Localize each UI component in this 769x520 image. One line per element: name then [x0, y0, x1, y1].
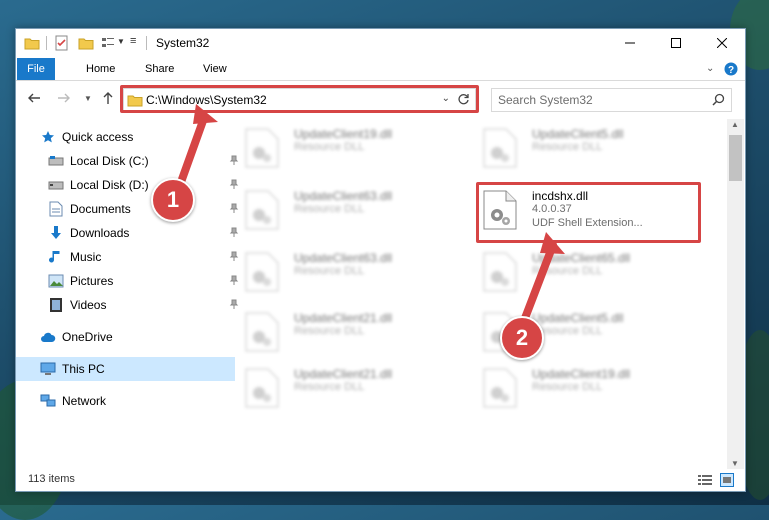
annotation-overlay	[172, 104, 565, 330]
step-2-badge: 2	[500, 316, 544, 360]
arrow-head	[193, 104, 218, 124]
arrow-to-file	[518, 241, 557, 330]
arrow-head	[540, 232, 565, 254]
step-1-badge: 1	[151, 178, 195, 222]
